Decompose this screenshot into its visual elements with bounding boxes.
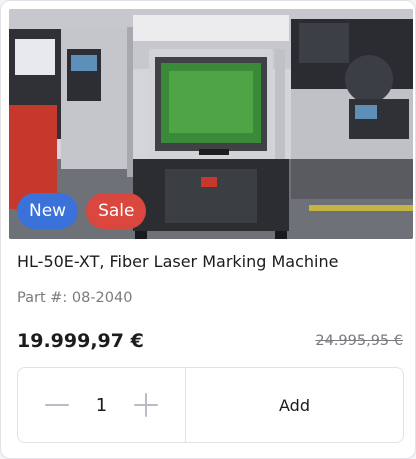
- badge-group: New Sale: [17, 193, 147, 229]
- part-number: Part #: 08-2040: [17, 290, 133, 306]
- product-card[interactable]: New Sale HL-50E-XT, Fiber Laser Marking …: [0, 0, 416, 459]
- original-price: 24.995,95 €: [315, 333, 403, 349]
- add-to-cart-row: Add: [17, 367, 404, 443]
- minus-icon: [45, 404, 69, 406]
- new-badge: New: [17, 193, 79, 229]
- decrease-quantity-button[interactable]: [45, 393, 69, 417]
- quantity-input[interactable]: [86, 394, 117, 416]
- add-to-cart-button[interactable]: Add: [186, 368, 403, 442]
- current-price: 19.999,97 €: [17, 330, 144, 352]
- sale-badge: Sale: [86, 193, 147, 229]
- increase-quantity-button[interactable]: [134, 393, 158, 417]
- product-title[interactable]: HL-50E-XT, Fiber Laser Marking Machine: [17, 252, 407, 271]
- quantity-stepper: [18, 368, 186, 442]
